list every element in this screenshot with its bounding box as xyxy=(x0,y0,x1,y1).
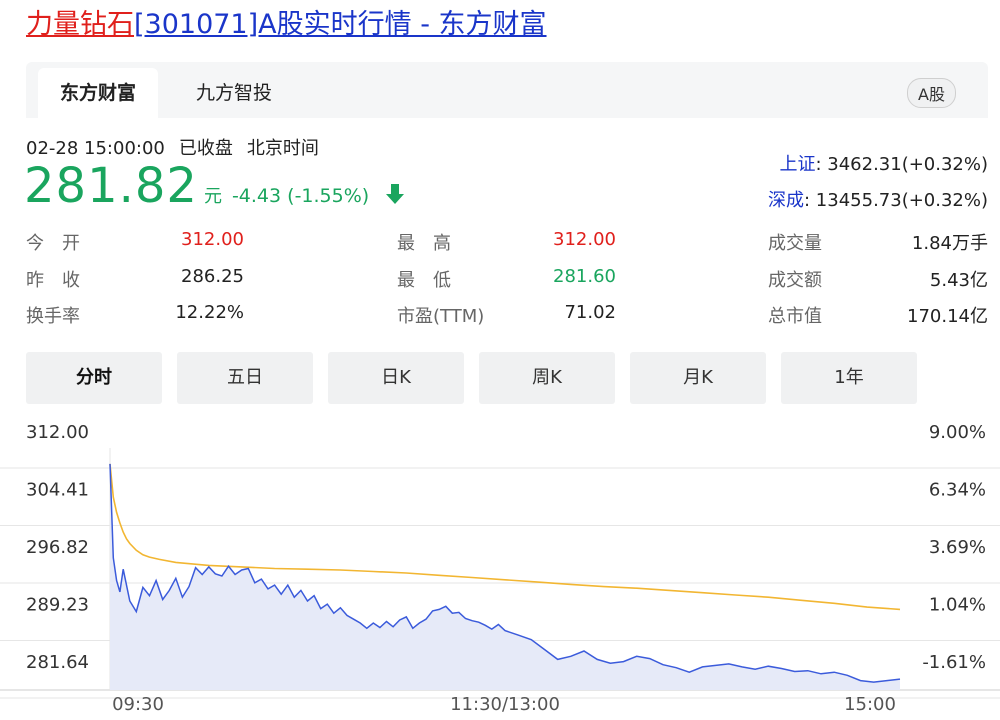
y-tick-label: 312.00 xyxy=(26,422,89,443)
stat-label-prev-close: 昨 收 xyxy=(26,270,80,291)
quote-time-line: 02-28 15:00:00 已收盘 北京时间 xyxy=(26,134,333,160)
price-area-fill xyxy=(110,463,900,690)
tab-period-monthly-k[interactable]: 月K xyxy=(630,352,766,404)
intraday-chart[interactable]: 312.00 304.41 296.82 289.23 281.64 9.00% 6.34… xyxy=(0,410,1000,720)
title-stock-info[interactable]: [301071]A股实时行情 - 东方财富 xyxy=(134,9,547,40)
index-shenzhen[interactable]: 深成: 13455.73(+0.32%) xyxy=(768,186,988,212)
stat-label-turnover-rate: 换手率 xyxy=(26,306,80,327)
stat-label-open: 今 开 xyxy=(26,233,80,254)
stat-value-low: 281.60 xyxy=(553,266,616,287)
y2-tick-label: 6.34% xyxy=(929,480,986,501)
tab-period-weekly-k[interactable]: 周K xyxy=(479,352,615,404)
arrow-down-icon xyxy=(386,184,405,204)
y-axis-labels: 312.00 304.41 296.82 289.23 281.64 xyxy=(26,422,89,673)
tab-period-one-year[interactable]: 1年 xyxy=(781,352,917,404)
tab-period-five-day[interactable]: 五日 xyxy=(177,352,313,404)
index-name[interactable]: 上证 xyxy=(779,154,815,175)
stat-value-market-cap: 170.14亿 xyxy=(907,306,988,327)
stat-label-pe-ttm: 市盈(TTM) xyxy=(397,306,485,327)
y-tick-label: 296.82 xyxy=(26,537,89,558)
y2-tick-label: 3.69% xyxy=(929,537,986,558)
index-shanghai[interactable]: 上证: 3462.31(+0.32%) xyxy=(779,150,988,176)
stat-value-amount: 5.43亿 xyxy=(929,270,988,291)
stat-value-volume: 1.84万手 xyxy=(911,233,988,254)
index-value: : 3462.31(+0.32%) xyxy=(815,154,988,175)
x-axis-labels: 09:30 11:30/13:00 15:00 xyxy=(112,694,896,715)
tab-jiufang[interactable]: 九方智投 xyxy=(174,68,294,118)
y-tick-label: 304.41 xyxy=(26,480,89,501)
stat-label-amount: 成交额 xyxy=(768,270,822,291)
index-name[interactable]: 深成 xyxy=(768,190,804,211)
stat-value-high: 312.00 xyxy=(553,229,616,250)
y2-tick-label: 1.04% xyxy=(929,595,986,616)
stat-value-turnover-rate: 12.22% xyxy=(175,302,244,323)
timezone-label: 北京时间 xyxy=(246,138,319,159)
y2-tick-label: 9.00% xyxy=(929,422,986,443)
source-tabbar: 东方财富 九方智投 A股 xyxy=(26,62,988,118)
y2-tick-label: -1.61% xyxy=(922,652,986,673)
quote-datetime: 02-28 15:00:00 xyxy=(26,138,165,159)
price-change: -4.43 (-1.55%) xyxy=(231,185,370,207)
stat-value-pe-ttm: 71.02 xyxy=(564,302,616,323)
stat-label-market-cap: 总市值 xyxy=(768,306,822,327)
y-axis-percent-labels: 9.00% 6.34% 3.69% 1.04% -1.61% xyxy=(922,422,986,673)
x-tick-label: 11:30/13:00 xyxy=(450,694,560,715)
stat-label-volume: 成交量 xyxy=(768,233,822,254)
price-row: 281.82 元 -4.43 (-1.55%) xyxy=(24,158,406,218)
stat-label-low: 最 低 xyxy=(397,270,451,291)
stat-label-high: 最 高 xyxy=(397,233,451,254)
tab-period-daily-k[interactable]: 日K xyxy=(328,352,464,404)
index-value: : 13455.73(+0.32%) xyxy=(804,190,988,211)
stat-value-prev-close: 286.25 xyxy=(181,266,244,287)
market-status: 已收盘 xyxy=(178,138,233,159)
tab-period-intraday[interactable]: 分时 xyxy=(26,352,162,404)
y-tick-label: 289.23 xyxy=(26,595,89,616)
market-badge: A股 xyxy=(907,78,956,108)
x-tick-label: 09:30 xyxy=(112,694,164,715)
tab-eastmoney[interactable]: 东方财富 xyxy=(38,68,158,118)
title-stock-name[interactable]: 力量钻石 xyxy=(26,9,134,40)
current-price: 281.82 xyxy=(24,158,198,214)
page-title[interactable]: 力量钻石[301071]A股实时行情 - 东方财富 xyxy=(26,8,547,42)
price-unit: 元 xyxy=(203,186,222,207)
stat-value-open: 312.00 xyxy=(181,229,244,250)
y-tick-label: 281.64 xyxy=(26,652,89,673)
x-tick-label: 15:00 xyxy=(844,694,896,715)
